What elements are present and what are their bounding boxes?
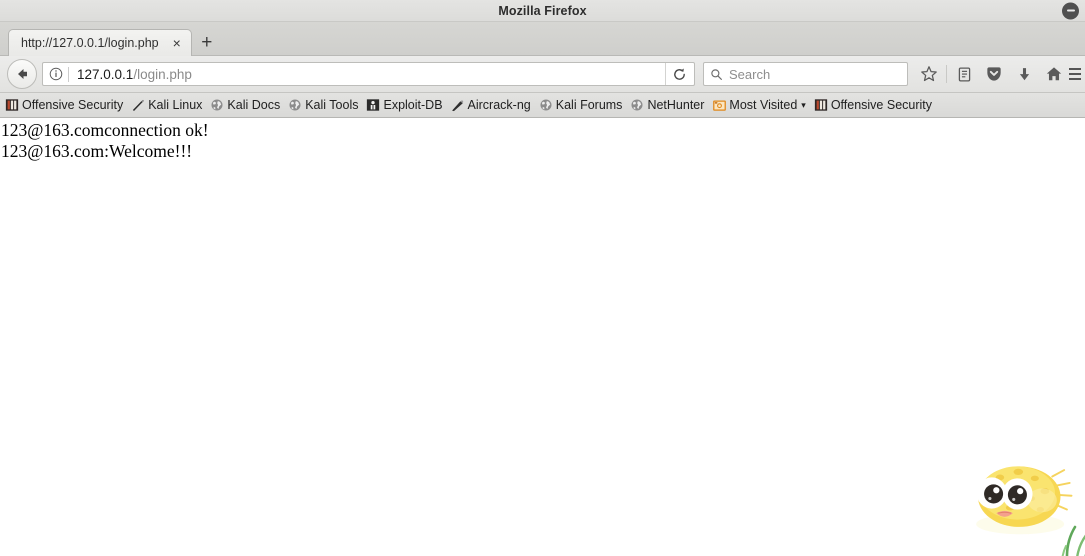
globe-icon xyxy=(629,97,645,113)
bookmark-exploit-db[interactable]: Exploit-DB xyxy=(363,95,447,116)
home-icon xyxy=(1046,67,1062,81)
pocket-button[interactable] xyxy=(979,60,1009,88)
bookmark-label: NetHunter xyxy=(647,98,705,112)
new-tab-button[interactable]: + xyxy=(192,29,222,56)
page-content: 123@163.comconnection ok! 123@163.com:We… xyxy=(0,118,1085,556)
bookmark-label: Aircrack-ng xyxy=(467,98,531,112)
bookmark-most-visited[interactable]: Most Visited ▾ xyxy=(709,95,810,116)
chevron-down-icon[interactable]: ▾ xyxy=(801,100,806,110)
back-button[interactable] xyxy=(7,59,37,89)
bookmarks-toolbar: Offensive Security Kali Linux Kali Docs … xyxy=(0,93,1085,118)
minimize-icon xyxy=(1066,9,1075,12)
bookmark-kali-linux[interactable]: Kali Linux xyxy=(128,95,207,116)
tab-title: http://127.0.0.1/login.php xyxy=(21,36,159,50)
bookmark-label: Kali Tools xyxy=(305,98,359,112)
bookmark-label: Exploit-DB xyxy=(383,98,443,112)
navigation-toolbar: 127.0.0.1/login.php Search xyxy=(0,56,1085,93)
bookmark-star-button[interactable] xyxy=(914,60,944,88)
toolbar-buttons xyxy=(914,60,1081,88)
bookmark-label: Offensive Security xyxy=(830,98,933,112)
kali-dragon-icon xyxy=(130,97,146,113)
bookmark-nethunter[interactable]: NetHunter xyxy=(627,95,709,116)
exploit-db-icon xyxy=(365,97,381,113)
bookmark-label: Offensive Security xyxy=(22,98,124,112)
window-title: Mozilla Firefox xyxy=(498,3,587,18)
aircrack-icon xyxy=(450,97,466,113)
home-button[interactable] xyxy=(1039,60,1069,88)
url-bar[interactable]: 127.0.0.1/login.php xyxy=(42,62,695,86)
info-circle-icon[interactable] xyxy=(49,67,63,81)
library-button[interactable] xyxy=(949,60,979,88)
window-titlebar: Mozilla Firefox xyxy=(0,0,1085,22)
bookmark-aircrack-ng[interactable]: Aircrack-ng xyxy=(448,95,536,116)
toolbar-separator xyxy=(946,65,947,83)
menu-line xyxy=(1069,78,1081,80)
bookmark-kali-docs[interactable]: Kali Docs xyxy=(207,95,285,116)
yellow-chick-mascot xyxy=(976,466,1073,535)
browser-tab[interactable]: http://127.0.0.1/login.php × xyxy=(8,29,192,56)
offensive-security-icon xyxy=(4,97,20,113)
offensive-security-icon xyxy=(813,97,829,113)
bookmark-label: Kali Docs xyxy=(227,98,281,112)
bookmark-label: Kali Linux xyxy=(148,98,203,112)
globe-icon xyxy=(538,97,554,113)
browser-window: Mozilla Firefox http://127.0.0.1/login.p… xyxy=(0,0,1085,556)
download-arrow-icon xyxy=(1019,67,1029,80)
url-separator xyxy=(68,66,69,82)
bookmark-offensive-security[interactable]: Offensive Security xyxy=(2,95,128,116)
url-host: 127.0.0.1 xyxy=(77,66,134,82)
page-text-line: 123@163.com:Welcome!!! xyxy=(1,141,193,161)
bookmark-label: Kali Forums xyxy=(555,98,623,112)
minimize-button[interactable] xyxy=(1062,2,1079,19)
most-visited-folder-icon xyxy=(711,97,727,113)
menu-line xyxy=(1069,68,1081,70)
grass-decoration xyxy=(1061,525,1085,556)
globe-icon xyxy=(287,97,303,113)
back-arrow-icon xyxy=(18,69,27,79)
bookmark-label: Most Visited xyxy=(729,98,798,112)
menu-line xyxy=(1069,73,1081,75)
bookmark-kali-forums[interactable]: Kali Forums xyxy=(536,95,628,116)
pocket-shield-icon xyxy=(987,67,1001,81)
page-text-line: 123@163.comconnection ok! xyxy=(1,120,209,140)
star-icon xyxy=(921,66,937,82)
bookmark-offensive-security-2[interactable]: Offensive Security xyxy=(811,95,937,116)
tab-strip: http://127.0.0.1/login.php × + xyxy=(0,22,1085,56)
downloads-button[interactable] xyxy=(1009,60,1039,88)
url-text: 127.0.0.1/login.php xyxy=(77,67,665,82)
bookmark-kali-tools[interactable]: Kali Tools xyxy=(285,95,363,116)
globe-icon xyxy=(209,97,225,113)
reload-button[interactable] xyxy=(665,63,692,85)
url-path: /login.php xyxy=(133,66,192,82)
tab-close-icon[interactable]: × xyxy=(171,36,183,50)
library-icon xyxy=(958,66,970,82)
search-icon xyxy=(711,68,722,80)
hamburger-menu-button[interactable] xyxy=(1069,60,1081,88)
search-bar[interactable]: Search xyxy=(703,62,908,86)
search-input[interactable]: Search xyxy=(729,67,770,82)
